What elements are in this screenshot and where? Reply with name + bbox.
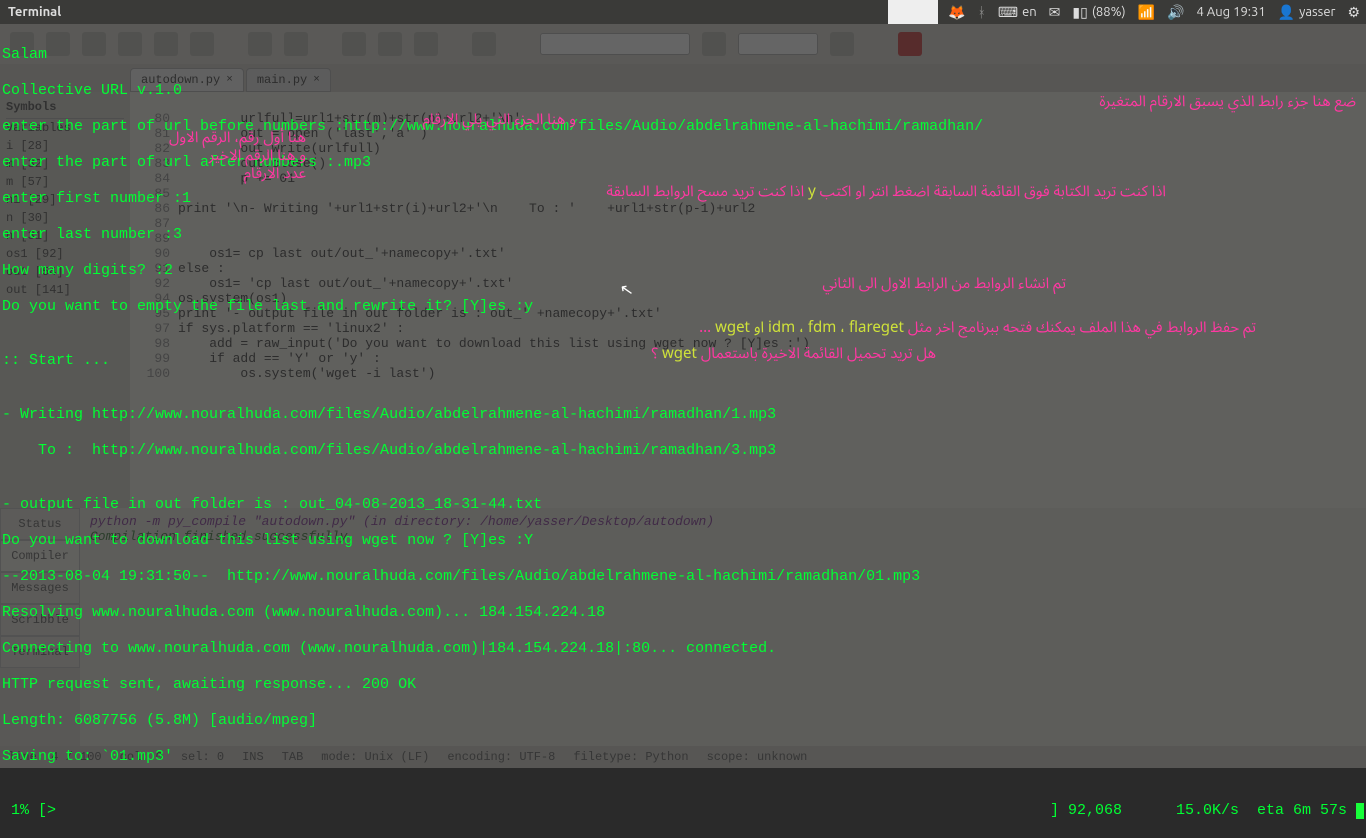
sidebar-item[interactable]: m [32] (6, 155, 124, 173)
arabic-note: اذا كنت تريد الكتابة فوق القائمة السابقة… (606, 176, 1166, 208)
tab-status[interactable]: Status (0, 508, 80, 540)
status-mode: mode: Unix (LF) (321, 750, 429, 764)
tab-main[interactable]: main.py× (246, 68, 331, 92)
close-button[interactable] (190, 32, 214, 56)
reload-button[interactable] (154, 32, 178, 56)
status-line: line: 4 / 100 (8, 750, 102, 764)
sidebar-title: Symbols (6, 98, 124, 119)
terminal-cursor (1356, 803, 1364, 819)
color-button[interactable] (472, 32, 496, 56)
status-filetype: filetype: Python (573, 750, 688, 764)
sidebar-item[interactable]: out [54] (6, 263, 124, 281)
build-button[interactable] (378, 32, 402, 56)
gear-icon[interactable]: ⚙ (1341, 4, 1366, 21)
tab-terminal[interactable]: Terminal (0, 636, 80, 668)
sidebar-item[interactable]: out [141] (6, 281, 124, 299)
save-button[interactable] (82, 32, 106, 56)
keyboard-layout[interactable]: ⌨en (992, 4, 1043, 21)
open-button[interactable] (46, 32, 70, 56)
sidebar-item[interactable]: n [30] (6, 209, 124, 227)
stop-button[interactable] (414, 32, 438, 56)
status-col: col: 0 (120, 750, 163, 764)
sidebar-item[interactable]: n [31] (6, 227, 124, 245)
window-title: Terminal (0, 5, 69, 19)
network-icon[interactable]: 📶 (1132, 4, 1161, 21)
search-input[interactable] (540, 33, 690, 55)
save-all-button[interactable] (118, 32, 142, 56)
panel-blank (888, 0, 938, 24)
tab-messages[interactable]: Messages (0, 572, 80, 604)
clock[interactable]: 4 Aug 19:31 (1191, 5, 1272, 19)
tab-compiler[interactable]: Compiler (0, 540, 80, 572)
symbols-sidebar[interactable]: Symbols Variables i [28] m [32] m [57] n… (0, 92, 130, 508)
goto-button[interactable] (830, 32, 854, 56)
status-ins: INS (242, 750, 264, 764)
user-menu[interactable]: 👤yasser (1272, 4, 1342, 21)
goto-input[interactable] (738, 33, 818, 55)
wget-progress-left: 1% [> (2, 802, 56, 819)
sidebar-item[interactable]: Variables (6, 119, 124, 137)
undo-button[interactable] (248, 32, 272, 56)
sidebar-item[interactable]: i [28] (6, 137, 124, 155)
arabic-note: تم انشاء الروابط من الرابط الاول الى الث… (822, 268, 1066, 300)
tab-scribble[interactable]: Scribble (0, 604, 80, 636)
search-button[interactable] (702, 32, 726, 56)
arabic-note: عدد الارقام (244, 158, 306, 190)
tab-autodown[interactable]: autodown.py× (130, 68, 244, 92)
status-scope: scope: unknown (707, 750, 808, 764)
bluetooth-icon[interactable]: ᚼ (971, 4, 991, 20)
battery-indicator[interactable]: ▮▯(88%) (1066, 4, 1131, 21)
compiler-cmd: python -m py_compile "autodown.py" (in d… (90, 514, 1356, 529)
compiler-output: python -m py_compile "autodown.py" (in d… (80, 508, 1366, 768)
firefox-icon[interactable]: 🦊 (942, 4, 971, 21)
redo-button[interactable] (284, 32, 308, 56)
close-icon[interactable]: × (226, 74, 233, 86)
sidebar-item[interactable]: os1 [92] (6, 245, 124, 263)
status-enc: encoding: UTF-8 (447, 750, 555, 764)
arabic-note: هل تريد تحميل القائمة الاخيرة باستعمال w… (652, 338, 936, 370)
compiler-success: Compilation finished successfully. (90, 529, 1356, 544)
arabic-note: ضع هنا جزء رابط الذي يسبق الارقام المتغي… (1099, 86, 1356, 118)
mail-icon[interactable]: ✉ (1043, 4, 1067, 21)
top-panel: Terminal 🦊 ᚼ ⌨en ✉ ▮▯(88%) 📶 🔊 4 Aug 19:… (0, 0, 1366, 24)
arabic-note: و هنا الجزء التي يلي الارقام (423, 104, 576, 136)
code-area[interactable]: 80 urlfull=url1+str(m)+str(p)+url2+'\n' … (130, 92, 1366, 508)
status-sel: sel: 0 (181, 750, 224, 764)
compile-button[interactable] (342, 32, 366, 56)
close-icon[interactable]: × (313, 74, 320, 86)
editor-toolbar (0, 24, 1366, 64)
wget-progress-right: ] 92,068 15.0K/s eta 6m 57s (1050, 802, 1356, 819)
quit-button[interactable] (898, 32, 922, 56)
bottom-pane: Status Compiler Messages Scribble Termin… (0, 508, 1366, 768)
status-bar: line: 4 / 100 col: 0 sel: 0 INS TAB mode… (0, 746, 1366, 768)
new-file-button[interactable] (10, 32, 34, 56)
status-tab: TAB (282, 750, 304, 764)
sidebar-item[interactable]: n1 [29] (6, 191, 124, 209)
sidebar-item[interactable]: m [57] (6, 173, 124, 191)
sound-icon[interactable]: 🔊 (1161, 4, 1190, 21)
